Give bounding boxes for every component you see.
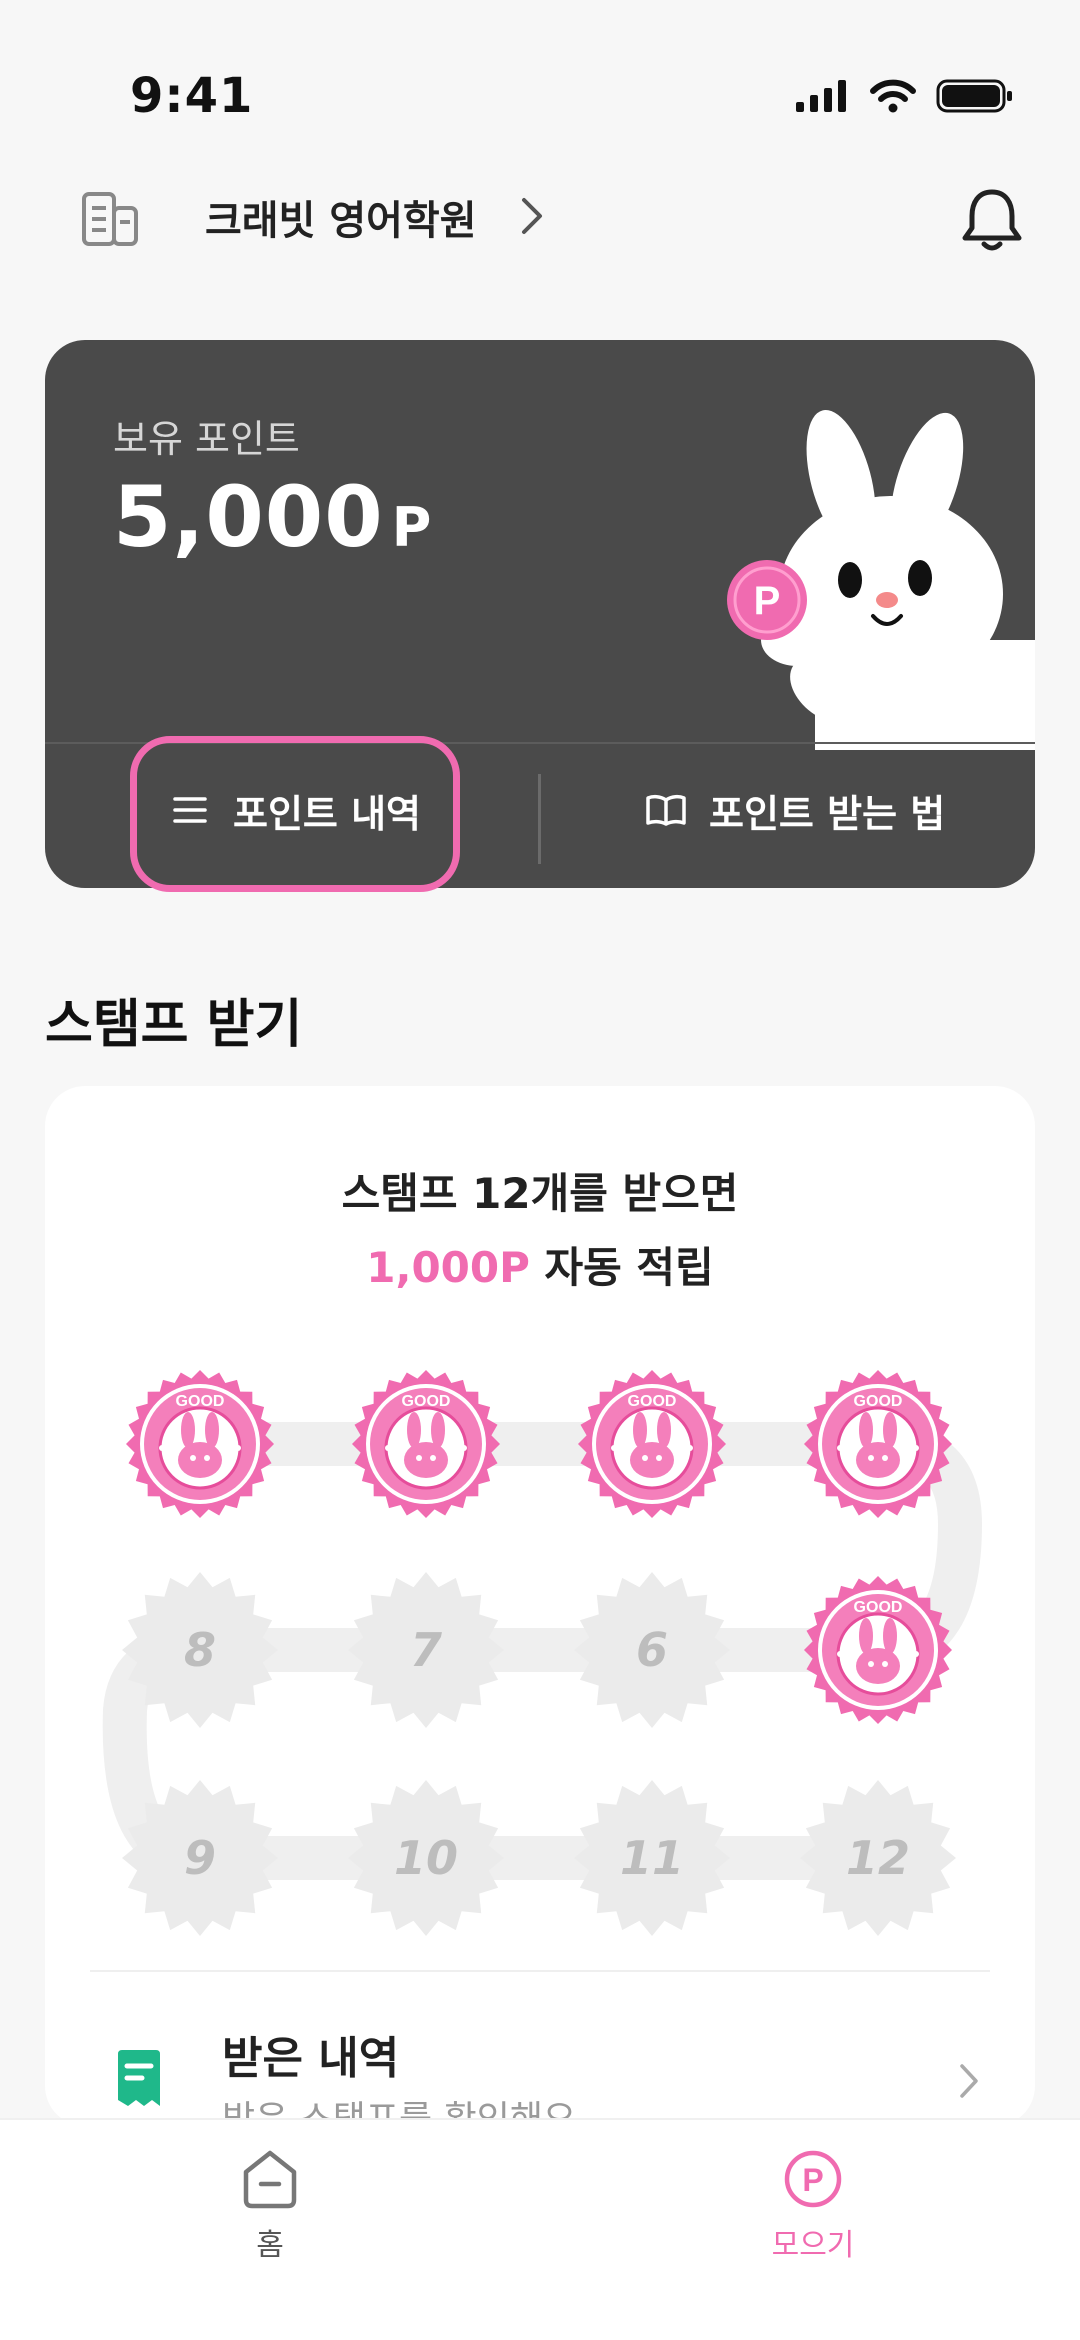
good-bunny-stamp-icon: GOOD xyxy=(578,1370,726,1518)
book-icon xyxy=(646,794,686,826)
reward-amount: 1,000P xyxy=(366,1243,530,1292)
svg-text:GOOD: GOOD xyxy=(854,1393,903,1410)
nav-collect-tab[interactable]: P 모으기 xyxy=(748,2148,878,2298)
wifi-icon xyxy=(870,79,916,113)
bunny-mascot-illustration: P xyxy=(727,410,1035,750)
academy-name[interactable]: 크래빗 영어학원 xyxy=(205,188,477,246)
nav-home-tab[interactable]: 홈 xyxy=(210,2148,330,2298)
coin-letter: P xyxy=(754,579,781,623)
status-icons xyxy=(796,78,1014,114)
chevron-right-icon[interactable] xyxy=(958,2062,980,2100)
received-history-title[interactable]: 받은 내역 xyxy=(222,2022,399,2086)
stamp-empty: 12 xyxy=(798,1778,958,1938)
stamp-section-title: 스탬프 받기 xyxy=(45,995,303,1055)
stamp-description-line2: 1,000P 자동 적립 xyxy=(0,1234,1080,1295)
svg-text:GOOD: GOOD xyxy=(628,1393,677,1410)
list-divider xyxy=(90,1970,990,1972)
point-history-highlight-ring xyxy=(130,736,460,892)
bell-icon[interactable] xyxy=(960,186,1024,252)
how-to-earn-button[interactable]: 포인트 받는 법 xyxy=(645,734,1025,886)
stamp-number: 10 xyxy=(393,1831,458,1885)
good-bunny-stamp-icon: GOOD xyxy=(804,1370,952,1518)
stamp-description-line1: 스탬프 12개를 받으면 xyxy=(341,1169,739,1218)
nav-collect-label: 모으기 xyxy=(771,2228,855,2263)
stamp-collected: GOOD xyxy=(798,1364,958,1524)
nav-home-label: 홈 xyxy=(256,2228,284,2263)
how-to-earn-label: 포인트 받는 법 xyxy=(709,791,946,836)
battery-icon xyxy=(936,79,1012,113)
stamp-collected: GOOD xyxy=(120,1364,280,1524)
home-icon xyxy=(243,2150,297,2209)
academy-building-icon[interactable] xyxy=(80,188,140,248)
stamp-number: 9 xyxy=(183,1831,216,1885)
stamp-collected: GOOD xyxy=(346,1364,506,1524)
nav-coin-letter: P xyxy=(802,2162,823,2198)
stamp-collected: GOOD xyxy=(572,1364,732,1524)
stamp-number: 12 xyxy=(845,1831,910,1885)
points-value: 5,000 P xyxy=(113,468,432,566)
status-time: 9:41 xyxy=(130,68,254,124)
point-coin-icon: P xyxy=(784,2150,842,2208)
stamp-empty: 11 xyxy=(572,1778,732,1938)
stamp-empty: 8 xyxy=(120,1570,280,1730)
card-button-separator xyxy=(538,774,541,864)
stamp-collected: GOOD xyxy=(798,1570,958,1730)
stamp-empty: 7 xyxy=(346,1570,506,1730)
receipt-icon xyxy=(118,2050,160,2106)
svg-text:GOOD: GOOD xyxy=(854,1599,903,1616)
signal-icon xyxy=(796,80,846,112)
good-bunny-stamp-icon: GOOD xyxy=(126,1370,274,1518)
svg-text:GOOD: GOOD xyxy=(402,1393,451,1410)
stamp-number: 6 xyxy=(635,1623,668,1677)
stamp-number: 7 xyxy=(409,1623,442,1677)
stamp-empty: 9 xyxy=(120,1778,280,1938)
points-unit: P xyxy=(391,496,433,559)
svg-text:GOOD: GOOD xyxy=(176,1393,225,1410)
stamp-number: 8 xyxy=(183,1623,216,1677)
good-bunny-stamp-icon: GOOD xyxy=(804,1576,952,1724)
chevron-right-icon[interactable] xyxy=(520,196,544,236)
points-label: 보유 포인트 xyxy=(113,417,300,461)
points-number: 5,000 xyxy=(113,468,384,566)
stamp-empty: 10 xyxy=(346,1778,506,1938)
reward-text: 자동 적립 xyxy=(529,1243,714,1292)
bottom-nav: 홈 P 모으기 xyxy=(0,2120,1080,2340)
good-bunny-stamp-icon: GOOD xyxy=(352,1370,500,1518)
stamp-empty: 6 xyxy=(572,1570,732,1730)
stamp-number: 11 xyxy=(619,1831,684,1885)
